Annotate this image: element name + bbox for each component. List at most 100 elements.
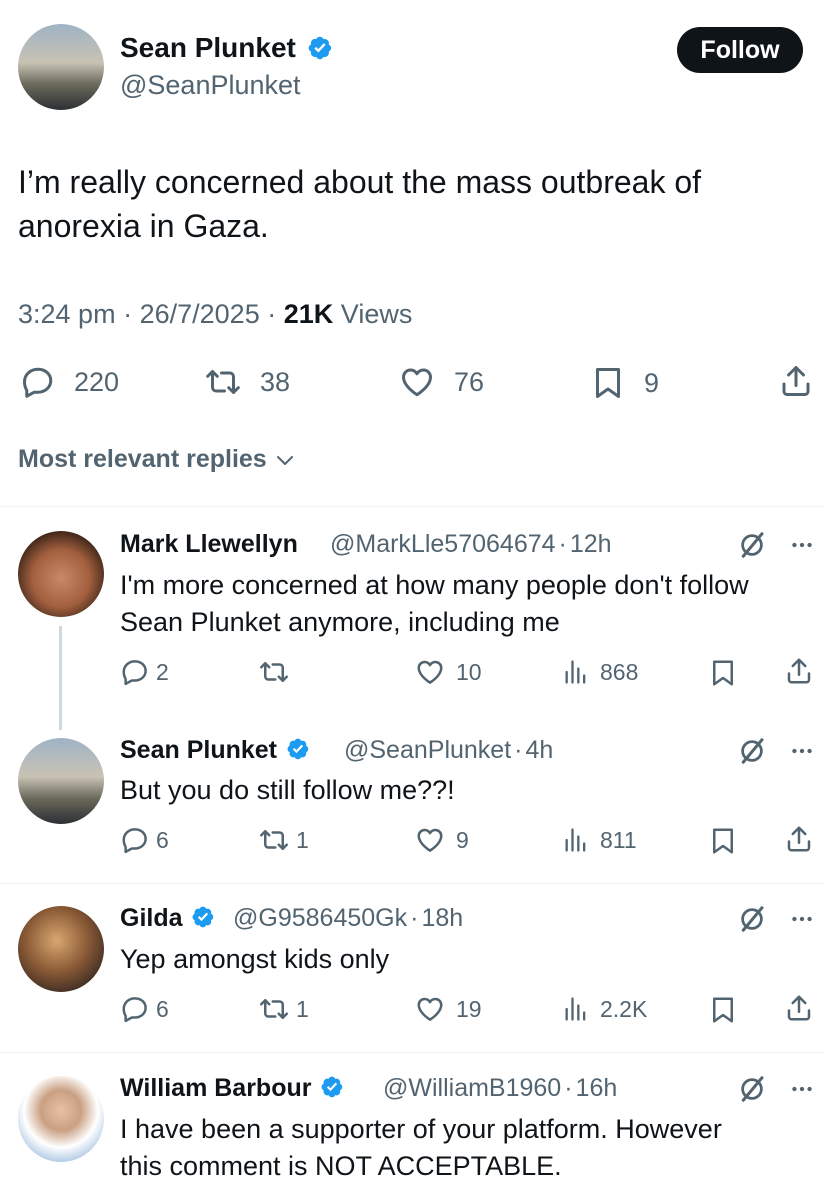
reply-handle[interactable]: @G9586450Gk: [233, 904, 407, 932]
share-icon: [784, 655, 814, 687]
share-button[interactable]: [784, 655, 814, 687]
tweet-date[interactable]: 26/7/2025: [140, 299, 260, 329]
repost-count: 1: [296, 826, 309, 853]
like-button[interactable]: 10: [414, 657, 482, 687]
reply-author-name-row[interactable]: Sean Plunket: [120, 736, 310, 765]
reply-handle[interactable]: @SeanPlunket: [344, 736, 511, 764]
chevron-down-icon: [273, 448, 297, 472]
meta-separator: ·: [123, 299, 133, 329]
reply-time[interactable]: 4h: [525, 736, 553, 764]
repost-button[interactable]: 1: [258, 994, 309, 1024]
reply-icon: [120, 994, 150, 1024]
bookmark-button[interactable]: [708, 657, 738, 689]
tweet-text-line: I’m really concerned about the mass outb…: [18, 164, 702, 200]
reply-author-name[interactable]: Gilda: [120, 904, 183, 932]
reply-author-name-row[interactable]: Gilda: [120, 904, 215, 933]
thread-line: [59, 626, 62, 730]
reply-button[interactable]: 220: [20, 364, 119, 400]
tweet-time[interactable]: 3:24 pm: [18, 299, 116, 329]
more-icon[interactable]: [789, 738, 815, 764]
views-count: 868: [600, 658, 639, 685]
reply-text: I have been a supporter of your platform…: [120, 1111, 820, 1185]
repost-button[interactable]: 1: [258, 825, 309, 855]
divider: [0, 506, 825, 507]
views-icon: [562, 994, 590, 1024]
reply-text-line: I'm more concerned at how many people do…: [120, 570, 749, 600]
like-button[interactable]: 19: [414, 994, 482, 1024]
reply-time[interactable]: 12h: [570, 530, 612, 558]
divider: [0, 1052, 825, 1053]
reply-button[interactable]: 2: [120, 657, 169, 687]
reply-avatar[interactable]: [18, 1076, 104, 1162]
repost-icon: [258, 657, 290, 687]
reply-icon: [120, 657, 150, 687]
tweet-text: I’m really concerned about the mass outb…: [18, 160, 808, 248]
meta-separator: ·: [410, 904, 419, 932]
grok-icon[interactable]: [737, 904, 767, 934]
views-label: Views: [340, 299, 413, 329]
author-name-row[interactable]: Sean Plunket: [120, 32, 333, 64]
more-icon[interactable]: [789, 532, 815, 558]
share-icon: [784, 992, 814, 1024]
bookmark-button[interactable]: 9: [590, 364, 659, 402]
share-button[interactable]: [784, 823, 814, 855]
reply-avatar[interactable]: [18, 738, 104, 824]
reply-icon: [20, 364, 56, 400]
share-button[interactable]: [778, 362, 814, 400]
reply-handle-row: @MarkLle57064674 · 12h: [330, 530, 612, 559]
share-button[interactable]: [784, 992, 814, 1024]
views-button[interactable]: 811: [562, 825, 637, 855]
tweet-meta: 3:24 pm · 26/7/2025 · 21K Views: [18, 299, 412, 330]
reply-handle-row: @SeanPlunket · 4h: [344, 736, 553, 765]
views-button[interactable]: 868: [562, 657, 638, 687]
meta-separator: ·: [514, 736, 523, 764]
bookmark-icon: [708, 994, 738, 1026]
like-count: 9: [456, 826, 469, 853]
reply-author-name[interactable]: Mark Llewellyn: [120, 530, 298, 559]
author-avatar[interactable]: [18, 24, 104, 110]
like-icon: [398, 364, 436, 400]
grok-icon[interactable]: [737, 530, 767, 560]
reply-count: 220: [74, 366, 120, 397]
bookmark-button[interactable]: [708, 994, 738, 1026]
follow-button[interactable]: Follow: [677, 27, 803, 73]
reply-author-name[interactable]: Sean Plunket: [120, 736, 277, 764]
views-count[interactable]: 21K: [284, 299, 334, 329]
meta-separator: ·: [267, 299, 277, 329]
reply-button[interactable]: 6: [120, 825, 169, 855]
reply-count: 6: [156, 826, 169, 853]
reply-text-line: But you do still follow me??!: [120, 775, 455, 805]
reply-author-name-row[interactable]: William Barbour: [120, 1074, 344, 1103]
like-count: 76: [454, 366, 485, 397]
reply-text-line: Sean Plunket anymore, including me: [120, 607, 560, 637]
reply-handle[interactable]: @WilliamB1960: [383, 1074, 561, 1102]
repost-button[interactable]: [258, 657, 296, 687]
reply-avatar[interactable]: [18, 906, 104, 992]
reply-handle[interactable]: @MarkLle57064674: [330, 530, 556, 558]
more-icon[interactable]: [789, 1076, 815, 1102]
share-icon: [778, 362, 814, 400]
like-count: 19: [456, 995, 482, 1022]
reply-avatar[interactable]: [18, 531, 104, 617]
sort-replies-dropdown[interactable]: Most relevant replies: [18, 445, 297, 474]
views-button[interactable]: 2.2K: [562, 994, 647, 1024]
repost-button[interactable]: 38: [204, 364, 290, 400]
reply-time[interactable]: 16h: [576, 1074, 618, 1102]
grok-icon[interactable]: [737, 1074, 767, 1104]
grok-icon[interactable]: [737, 736, 767, 766]
share-icon: [784, 823, 814, 855]
like-button[interactable]: 9: [414, 825, 469, 855]
author-name[interactable]: Sean Plunket: [120, 32, 296, 63]
verified-badge-icon: [286, 737, 310, 761]
more-icon[interactable]: [789, 906, 815, 932]
author-handle[interactable]: @SeanPlunket: [120, 70, 301, 101]
reply-time[interactable]: 18h: [421, 904, 463, 932]
bookmark-icon: [708, 657, 738, 689]
repost-icon: [258, 825, 290, 855]
reply-author-name[interactable]: William Barbour: [120, 1074, 311, 1102]
bookmark-button[interactable]: [708, 825, 738, 857]
like-button[interactable]: 76: [398, 364, 484, 400]
reply-text-line: this comment is NOT ACCEPTABLE.: [120, 1151, 562, 1181]
reply-button[interactable]: 6: [120, 994, 169, 1024]
bookmark-icon: [590, 364, 626, 402]
